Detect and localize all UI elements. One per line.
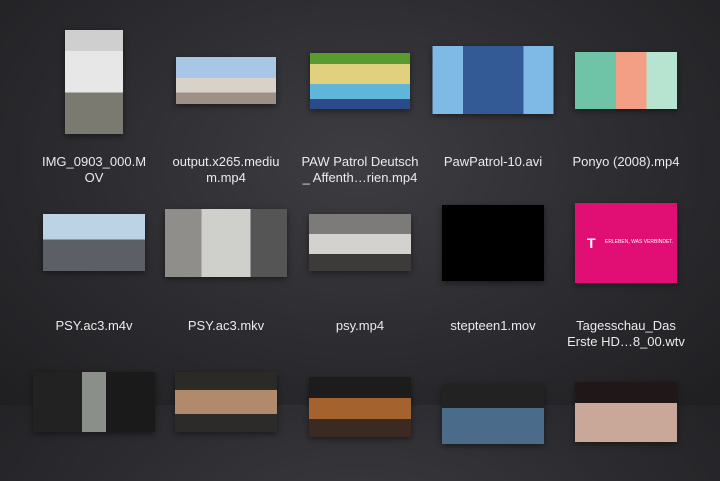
paw-patrol-vehicle-thumb — [432, 46, 554, 114]
psy-thumb — [43, 214, 145, 271]
city-thumb — [176, 57, 276, 104]
thumbnail-container — [423, 26, 563, 146]
item-title: psy.mp4 — [335, 318, 385, 333]
item-title: PawPatrol-10.avi — [443, 154, 543, 169]
stage-thumb — [309, 377, 411, 437]
thumbnail-container — [556, 353, 696, 473]
telekom-logo-icon: T — [587, 235, 596, 251]
media-item[interactable] — [423, 353, 563, 481]
telekom-slogan: ERLEBEN, WAS VERBINDET. — [605, 239, 674, 245]
thumbnail-container: T ERLEBEN, WAS VERBINDET. — [556, 190, 696, 310]
media-item[interactable]: PSY.ac3.m4v — [24, 190, 164, 334]
screenshot-thumb — [65, 30, 123, 134]
thumbnail-container — [290, 353, 430, 473]
thumbnail-container — [156, 26, 296, 146]
media-grid: IMG_0903_000.M OV output.x265.mediu m.mp… — [0, 0, 720, 444]
dark-street-thumb — [33, 372, 155, 432]
media-item[interactable] — [24, 353, 164, 481]
media-item[interactable]: PSY.ac3.mkv — [156, 190, 296, 334]
thumbnail-container — [24, 26, 164, 146]
media-item[interactable] — [290, 353, 430, 481]
media-item[interactable]: stepteen1.mov — [423, 190, 563, 334]
black-thumb — [442, 205, 544, 281]
item-title: PSY.ac3.m4v — [55, 318, 133, 333]
psy-office-thumb — [309, 214, 411, 271]
item-title: PAW Patrol Deutsch _ Affenth…rien.mp4 — [301, 154, 419, 185]
closeup-thumb — [575, 382, 677, 442]
telekom-thumb: T ERLEBEN, WAS VERBINDET. — [575, 203, 677, 283]
thumbnail-container — [423, 353, 563, 473]
thumbnail-container — [156, 190, 296, 310]
psy-dance-thumb — [165, 209, 287, 277]
thumbnail-container — [290, 190, 430, 310]
news-anchor-thumb — [175, 372, 277, 432]
blue-scene-thumb — [442, 384, 544, 444]
media-item[interactable] — [556, 353, 696, 481]
paw-patrol-game-thumb — [310, 53, 410, 109]
media-item[interactable]: PawPatrol-10.avi — [423, 26, 563, 170]
media-item[interactable]: Ponyo (2008).mp4 — [556, 26, 696, 170]
thumbnail-container — [290, 26, 430, 146]
media-item[interactable]: T ERLEBEN, WAS VERBINDET. Tagesschau_Das… — [556, 190, 696, 350]
thumbnail-container — [423, 190, 563, 310]
item-title: Tagesschau_Das Erste HD…8_00.wtv — [567, 318, 685, 349]
item-title: PSY.ac3.mkv — [187, 318, 265, 333]
thumbnail-container — [156, 353, 296, 473]
media-item[interactable]: psy.mp4 — [290, 190, 430, 334]
thumbnail-container — [24, 353, 164, 473]
item-title: output.x265.mediu m.mp4 — [172, 154, 280, 185]
item-title: stepteen1.mov — [450, 318, 536, 333]
item-title: IMG_0903_000.M OV — [41, 154, 147, 185]
media-item[interactable] — [156, 353, 296, 481]
media-item[interactable]: IMG_0903_000.M OV — [24, 26, 164, 186]
ponyo-thumb — [575, 52, 677, 109]
thumbnail-container — [556, 26, 696, 146]
media-item[interactable]: PAW Patrol Deutsch _ Affenth…rien.mp4 — [290, 26, 430, 186]
thumbnail-container — [24, 190, 164, 310]
media-item[interactable]: output.x265.mediu m.mp4 — [156, 26, 296, 186]
item-title: Ponyo (2008).mp4 — [572, 154, 680, 169]
